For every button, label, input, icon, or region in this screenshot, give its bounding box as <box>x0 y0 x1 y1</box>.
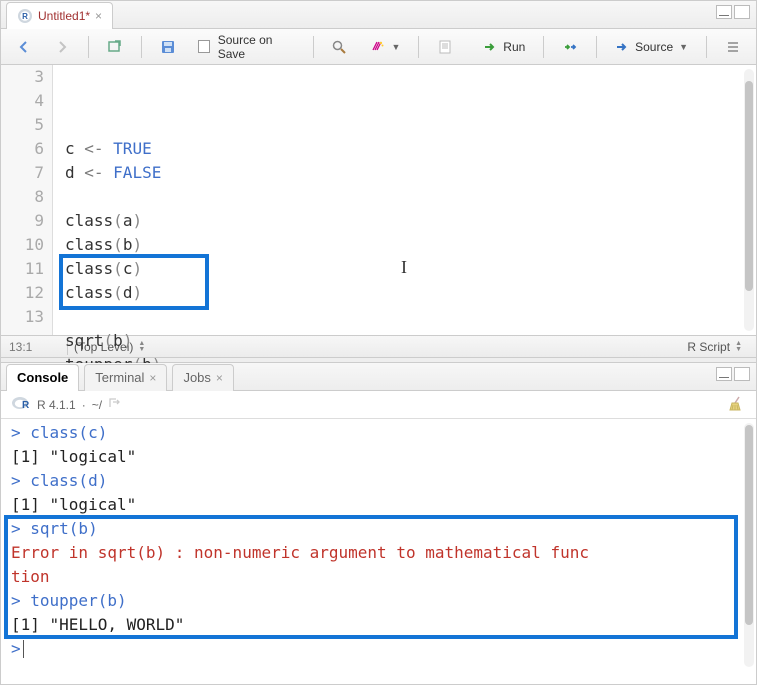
code-line[interactable]: class(c) <box>65 257 756 281</box>
console-tab-terminal[interactable]: Terminal × <box>84 364 167 391</box>
outline-button[interactable] <box>718 35 748 59</box>
source-on-save-label: Source on Save <box>218 33 295 61</box>
line-gutter: 345678910111213 <box>1 65 53 335</box>
console-line: > class(c) <box>11 421 746 445</box>
line-number: 6 <box>1 137 44 161</box>
editor-tab[interactable]: R Untitled1* × <box>6 2 113 29</box>
console-scrollbar[interactable] <box>744 423 754 667</box>
line-number: 12 <box>1 281 44 305</box>
line-number: 13 <box>1 305 44 329</box>
code-editor[interactable]: 345678910111213 I c <- TRUEd <- FALSE cla… <box>1 65 756 335</box>
source-on-save-checkbox[interactable]: Source on Save <box>191 29 302 65</box>
code-line[interactable]: class(d) <box>65 281 756 305</box>
code-line[interactable]: d <- FALSE <box>65 161 756 185</box>
cursor-position: 13:1 <box>9 340 67 354</box>
console-line: [1] "logical" <box>11 493 746 517</box>
console-tab-console[interactable]: Console <box>6 364 79 391</box>
console-line: > class(d) <box>11 469 746 493</box>
code-line[interactable]: c <- TRUE <box>65 137 756 161</box>
line-number: 8 <box>1 185 44 209</box>
minimize-icon[interactable] <box>716 5 732 19</box>
line-number: 7 <box>1 161 44 185</box>
console-line: Error in sqrt(b) : non-numeric argument … <box>11 541 746 565</box>
compile-report-button[interactable] <box>430 35 460 59</box>
text-cursor-icon: I <box>401 255 407 279</box>
source-label: Source <box>635 40 673 54</box>
pane-window-controls <box>716 5 750 19</box>
code-tools-button[interactable]: ▼ <box>362 35 407 59</box>
console-line: [1] "HELLO, WORLD" <box>11 613 746 637</box>
chevron-down-icon: ▼ <box>679 42 688 52</box>
code-line[interactable]: class(a) <box>65 209 756 233</box>
svg-text:R: R <box>22 12 28 21</box>
line-number: 10 <box>1 233 44 257</box>
editor-scrollbar[interactable] <box>744 69 754 331</box>
tab-label: Console <box>17 370 68 385</box>
save-button[interactable] <box>153 35 183 59</box>
console-pane: ConsoleTerminal×Jobs× R R 4.1.1 · ~/ > c… <box>1 363 756 671</box>
back-button[interactable] <box>9 35 39 59</box>
code-area[interactable]: I c <- TRUEd <- FALSEclass(a)class(b)cla… <box>53 65 756 335</box>
editor-pane: R Untitled1* × Source on Save ▼ Run Sour <box>1 1 756 357</box>
r-logo-icon: R <box>11 395 31 414</box>
console-tab-jobs[interactable]: Jobs × <box>172 364 233 391</box>
minimize-icon[interactable] <box>716 367 732 381</box>
run-label: Run <box>503 40 525 54</box>
forward-button[interactable] <box>47 35 77 59</box>
editor-toolbar: Source on Save ▼ Run Source ▼ <box>1 29 756 65</box>
find-button[interactable] <box>324 35 354 59</box>
close-icon[interactable]: × <box>216 371 223 385</box>
code-line[interactable] <box>65 185 756 209</box>
svg-text:R: R <box>22 400 30 411</box>
line-number: 11 <box>1 257 44 281</box>
r-file-icon: R <box>17 8 33 24</box>
console-line: > sqrt(b) <box>11 517 746 541</box>
console-output[interactable]: > class(c)[1] "logical"> class(d)[1] "lo… <box>1 419 756 671</box>
checkbox-icon <box>198 40 210 53</box>
console-line: > toupper(b) <box>11 589 746 613</box>
show-in-new-window-button[interactable] <box>100 35 130 59</box>
console-line: tion <box>11 565 746 589</box>
code-line[interactable] <box>65 305 756 329</box>
editor-tab-title: Untitled1* <box>38 9 90 23</box>
run-button[interactable]: Run <box>476 35 532 59</box>
console-line: > <box>11 637 746 661</box>
tab-label: Jobs <box>183 370 210 385</box>
line-number: 4 <box>1 89 44 113</box>
console-line: [1] "logical" <box>11 445 746 469</box>
close-icon[interactable]: × <box>149 371 156 385</box>
maximize-icon[interactable] <box>734 367 750 381</box>
console-tabbar: Console Terminal × Jobs × <box>1 363 756 391</box>
editor-tabbar: R Untitled1* × <box>1 1 756 29</box>
chevron-down-icon: ▼ <box>391 42 400 52</box>
pane-window-controls <box>716 367 750 381</box>
rerun-button[interactable] <box>555 35 585 59</box>
close-icon[interactable]: × <box>95 9 102 23</box>
tab-label: Terminal <box>95 370 144 385</box>
maximize-icon[interactable] <box>734 5 750 19</box>
source-button[interactable]: Source ▼ <box>608 35 695 59</box>
line-number: 9 <box>1 209 44 233</box>
code-line[interactable]: class(b) <box>65 233 756 257</box>
line-number: 3 <box>1 65 44 89</box>
popout-icon[interactable] <box>108 397 122 412</box>
line-number: 5 <box>1 113 44 137</box>
code-line[interactable]: sqrt(b) <box>65 329 756 353</box>
